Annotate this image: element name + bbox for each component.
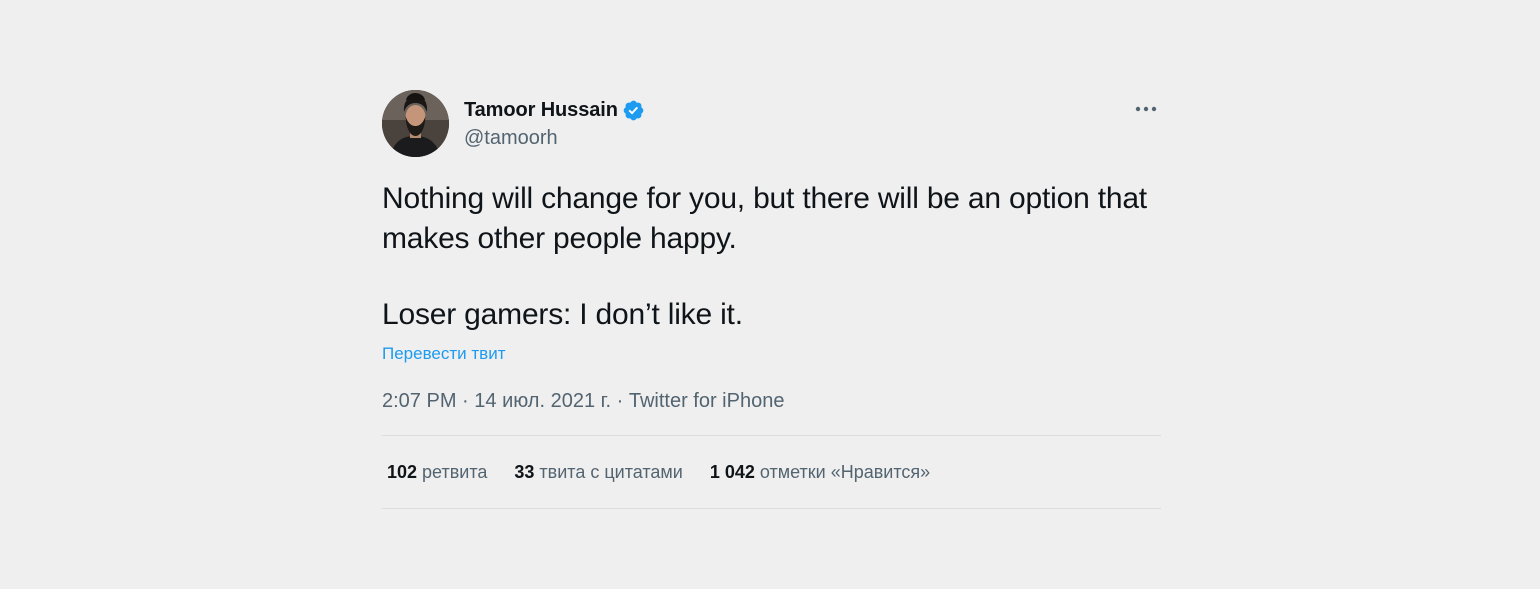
quotes-stat[interactable]: 33 твита с цитатами bbox=[514, 462, 682, 483]
tweet-metadata: 2:07 PM · 14 июл. 2021 г. · Twitter for … bbox=[382, 386, 1161, 416]
tweet-paragraph: Nothing will change for you, but there w… bbox=[382, 182, 1147, 255]
tweet-paragraph: Loser gamers: I don’t like it. bbox=[382, 298, 743, 331]
meta-separator: · bbox=[611, 390, 629, 412]
divider bbox=[382, 508, 1161, 509]
meta-separator: · bbox=[456, 390, 475, 412]
name-row: Tamoor Hussain bbox=[464, 95, 645, 125]
verified-badge-icon bbox=[622, 99, 645, 122]
avatar[interactable] bbox=[382, 90, 449, 157]
tweet-text: Nothing will change for you, but there w… bbox=[382, 179, 1161, 335]
user-handle[interactable]: @tamoorh bbox=[464, 127, 645, 150]
retweets-count: 102 bbox=[387, 461, 418, 482]
likes-label: отметки «Нравится» bbox=[759, 461, 931, 482]
ellipsis-icon bbox=[1135, 99, 1157, 117]
tweet-time[interactable]: 2:07 PM bbox=[382, 390, 456, 412]
likes-count: 1 042 bbox=[709, 461, 755, 482]
likes-stat[interactable]: 1 042 отметки «Нравится» bbox=[710, 462, 930, 483]
tweet-card: Tamoor Hussain @tamoorh Nothing will cha… bbox=[382, 90, 1161, 509]
tweet-stats: 102 ретвита 33 твита с цитатами 1 042 отмет… bbox=[382, 436, 1161, 508]
translate-tweet-link[interactable]: Перевести твит bbox=[382, 344, 505, 364]
quotes-label: твита с цитатами bbox=[539, 461, 683, 482]
display-name[interactable]: Tamoor Hussain bbox=[464, 99, 618, 122]
user-info: Tamoor Hussain @tamoorh bbox=[464, 95, 645, 150]
retweets-label: ретвита bbox=[422, 461, 488, 482]
tweet-header: Tamoor Hussain @tamoorh bbox=[382, 90, 1161, 158]
quotes-count: 33 bbox=[514, 461, 535, 482]
tweet-date[interactable]: 14 июл. 2021 г. bbox=[474, 390, 611, 412]
tweet-source[interactable]: Twitter for iPhone bbox=[629, 390, 785, 412]
retweets-stat[interactable]: 102 ретвита bbox=[387, 462, 487, 483]
more-options-button[interactable] bbox=[1131, 96, 1161, 120]
